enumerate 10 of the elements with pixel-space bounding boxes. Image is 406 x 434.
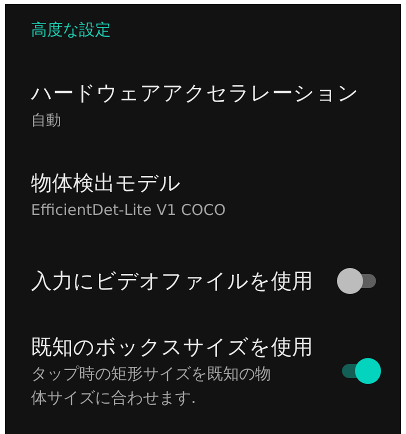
section-title: 高度な設定	[31, 19, 112, 41]
setting-title: ハードウェアアクセラレーション	[31, 80, 360, 107]
setting-summary: タップ時の矩形サイズを既知の物体サイズに合わせます.	[31, 363, 271, 409]
setting-title: 入力にビデオファイルを使用	[31, 268, 313, 295]
setting-row[interactable]: 物体検出モデル EfficientDet-Lite V1 COCO	[31, 132, 385, 222]
setting-title: 物体検出モデル	[31, 170, 182, 197]
setting-row[interactable]: ハードウェアアクセラレーション 自動	[31, 42, 385, 132]
setting-title: 既知のボックスサイズを使用	[31, 334, 313, 361]
setting-summary: 自動	[31, 110, 62, 131]
setting-summary: EfficientDet-Lite V1 COCO	[31, 200, 227, 221]
